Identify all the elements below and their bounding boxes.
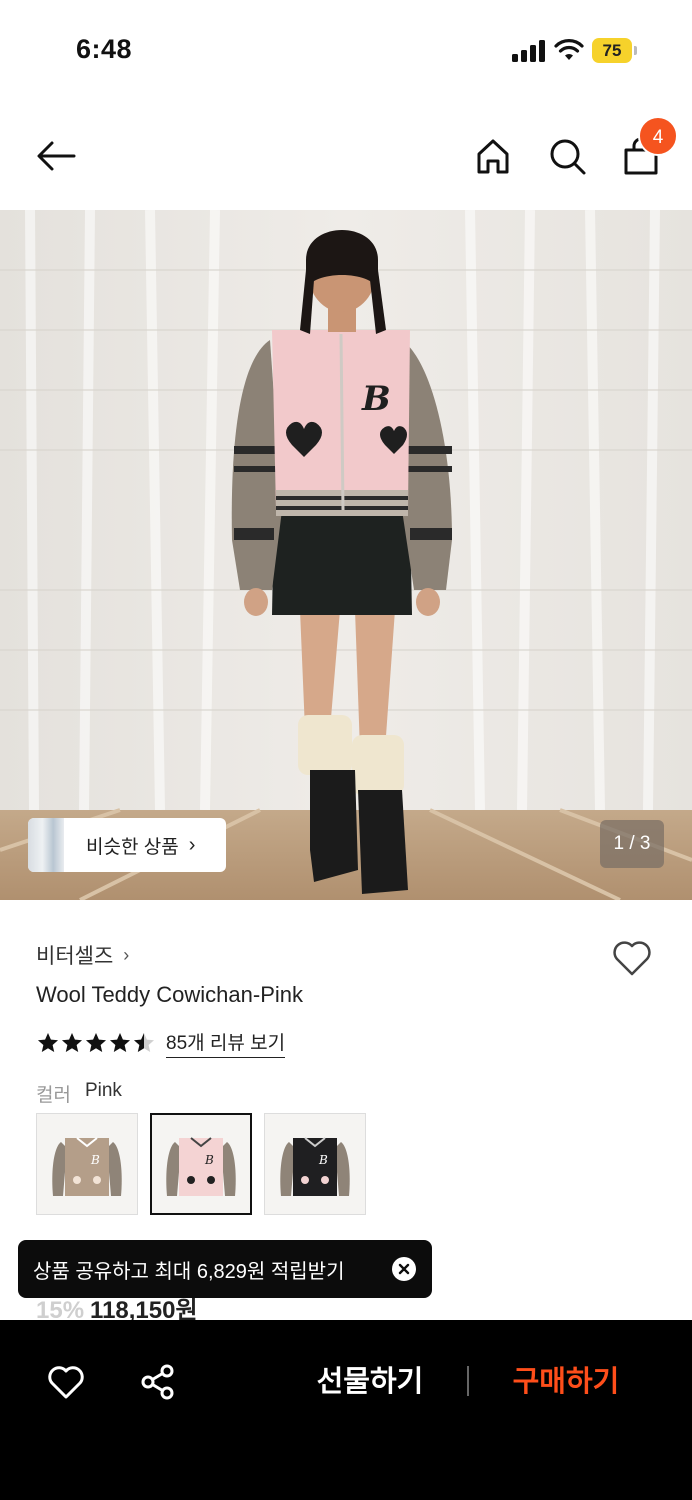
cardigan-thumbnail: B bbox=[280, 1137, 350, 1196]
color-label: 컬러 bbox=[36, 1085, 71, 1106]
cart-count-badge: 4 bbox=[638, 116, 678, 156]
chevron-right-icon: › bbox=[188, 833, 196, 856]
home-icon bbox=[477, 139, 509, 174]
cardigan-thumbnail: B bbox=[166, 1137, 236, 1196]
star-icon bbox=[62, 1033, 82, 1052]
status-bar: 6:48 75 bbox=[0, 0, 692, 100]
product-name: Wool Teddy Cowichan-Pink bbox=[36, 982, 303, 1007]
bottom-action-bar: 선물하기 구매하기 bbox=[0, 1320, 692, 1500]
swatch-black[interactable]: B bbox=[264, 1113, 366, 1215]
share-icon[interactable] bbox=[138, 1362, 178, 1402]
svg-text:B: B bbox=[204, 1153, 214, 1167]
status-time: 6:48 bbox=[76, 34, 133, 64]
star-icon bbox=[38, 1033, 58, 1052]
discount-rate: 15% bbox=[36, 1297, 85, 1320]
battery-cap bbox=[634, 46, 637, 55]
gift-button[interactable]: 선물하기 bbox=[300, 1360, 440, 1404]
star-icon bbox=[86, 1033, 106, 1052]
color-swatches: B B B bbox=[36, 1113, 366, 1215]
wishlist-heart-icon[interactable] bbox=[610, 936, 654, 980]
swatch-pink[interactable]: B bbox=[150, 1113, 252, 1215]
search-button[interactable] bbox=[545, 134, 589, 178]
swatch-beige[interactable]: B bbox=[36, 1113, 138, 1215]
svg-text:B: B bbox=[361, 379, 391, 419]
review-link[interactable]: 85개 리뷰 보기 bbox=[166, 1028, 286, 1058]
buy-button[interactable]: 구매하기 bbox=[496, 1360, 636, 1404]
brand-name: 비터셀즈 bbox=[36, 945, 114, 968]
color-value: Pink bbox=[84, 1080, 122, 1101]
rating-stars bbox=[36, 1031, 156, 1055]
search-icon bbox=[550, 139, 586, 175]
color-row: 컬러 Pink bbox=[36, 1080, 122, 1107]
like-heart-icon[interactable] bbox=[46, 1362, 86, 1402]
top-nav bbox=[0, 100, 692, 210]
back-button[interactable] bbox=[34, 134, 78, 178]
home-button[interactable] bbox=[471, 134, 515, 178]
similar-products-label: 비슷한 상품 bbox=[86, 836, 179, 858]
cellular-signal-icon bbox=[512, 40, 546, 62]
star-icon bbox=[134, 1033, 154, 1052]
similar-products-button[interactable]: 비슷한 상품 › bbox=[28, 818, 226, 872]
divider bbox=[467, 1366, 469, 1396]
battery-level: 75 bbox=[592, 38, 632, 63]
chevron-right-icon: › bbox=[123, 944, 130, 965]
similar-products-thumbnail bbox=[28, 818, 64, 872]
star-icon bbox=[110, 1033, 130, 1052]
rating-row: 85개 리뷰 보기 bbox=[36, 1028, 286, 1058]
brand-link[interactable]: 비터셀즈 › bbox=[36, 940, 129, 970]
price-row: 15% 118,150원 bbox=[36, 1296, 198, 1320]
product-photo: B bbox=[0, 210, 692, 900]
svg-text:B: B bbox=[318, 1153, 328, 1167]
close-icon bbox=[398, 1263, 410, 1275]
svg-text:B: B bbox=[90, 1153, 100, 1167]
toast-message: 상품 공유하고 최대 6,829원 적립받기 bbox=[33, 1260, 345, 1283]
cardigan-thumbnail: B bbox=[52, 1137, 122, 1196]
image-page-indicator: 1 / 3 bbox=[600, 820, 664, 868]
back-arrow-icon bbox=[37, 141, 76, 171]
product-image[interactable]: B bbox=[0, 210, 692, 900]
wifi-icon bbox=[554, 39, 584, 60]
toast-close-button[interactable] bbox=[392, 1257, 416, 1281]
sale-price: 118,150원 bbox=[90, 1297, 198, 1320]
share-reward-toast[interactable]: 상품 공유하고 최대 6,829원 적립받기 bbox=[18, 1240, 432, 1298]
